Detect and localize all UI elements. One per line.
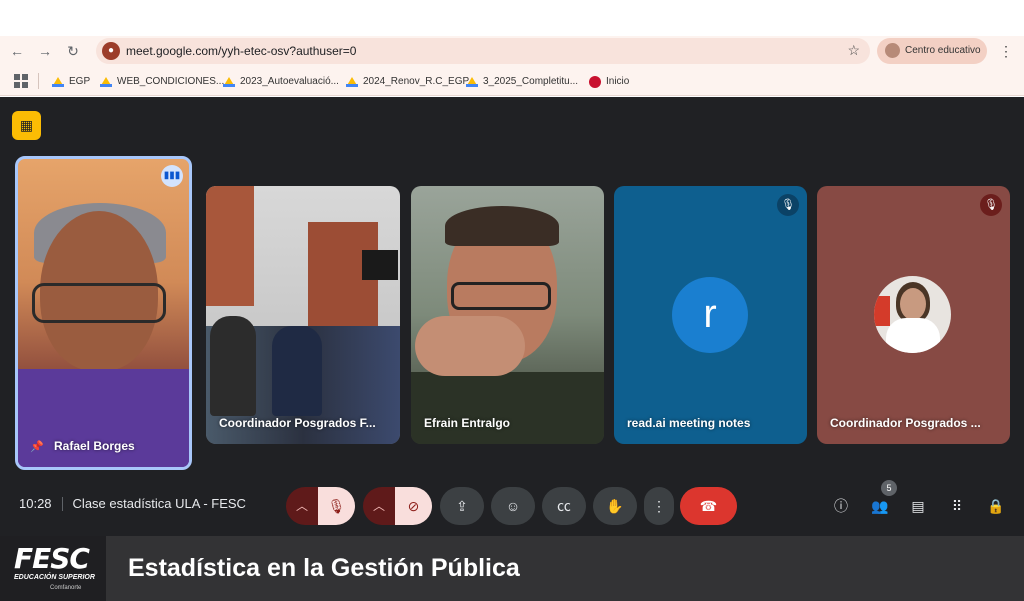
- back-icon[interactable]: ←: [8, 42, 26, 60]
- bookmark-item[interactable]: Inicio: [589, 74, 629, 89]
- forward-icon[interactable]: →: [36, 42, 54, 60]
- participant-video: [451, 282, 551, 310]
- bookmark-item[interactable]: 2023_Autoevaluació...: [223, 74, 339, 89]
- host-controls-icon[interactable]: 🔒: [985, 495, 1007, 517]
- participant-tile-efrain[interactable]: Efrain Entralgo: [411, 186, 604, 444]
- browser-menu-icon[interactable]: ⋮: [998, 42, 1014, 60]
- chat-icon[interactable]: ▤: [907, 495, 929, 517]
- info-icon[interactable]: ⓘ: [830, 495, 852, 517]
- profile-chip[interactable]: Centro educativo: [877, 38, 987, 64]
- participant-video: [445, 206, 559, 246]
- reload-icon[interactable]: ↻: [64, 42, 82, 60]
- participant-tile-coordinador-1[interactable]: Coordinador Posgrados F...: [206, 186, 400, 444]
- people-icon[interactable]: 👥: [869, 495, 891, 517]
- logo-subtitle: EDUCACIÓN SUPERIOR: [14, 574, 95, 581]
- drive-icon: [100, 76, 112, 87]
- participant-name: Coordinador Posgrados ...: [830, 416, 981, 430]
- apps-grid-icon[interactable]: [14, 74, 28, 88]
- participant-tile-coordinador-2[interactable]: 🎙 Coordinador Posgrados ...: [817, 186, 1010, 444]
- mic-off-icon: 🎙: [980, 194, 1002, 216]
- brand-banner: FESC EDUCACIÓN SUPERIOR Comfanorte Estad…: [0, 536, 1024, 601]
- bookmark-item[interactable]: 2024_Renov_R.C_EGP: [346, 74, 469, 89]
- present-screen-icon[interactable]: ⇪: [440, 487, 484, 525]
- participant-video: [32, 283, 166, 323]
- participant-count-badge: 5: [881, 480, 897, 496]
- participant-name: Coordinador Posgrados F...: [219, 416, 376, 430]
- participant-video: [415, 316, 525, 376]
- video-options-chevron-icon[interactable]: ︿: [363, 487, 395, 525]
- address-bar[interactable]: ● meet.google.com/yyh-etec-osv?authuser=…: [96, 38, 870, 64]
- mic-off-icon[interactable]: 🎙: [318, 487, 355, 525]
- audio-bars-icon: ▮▮▮: [161, 165, 183, 187]
- participant-tile-readai[interactable]: 🎙 r read.ai meeting notes: [614, 186, 807, 444]
- meet-stage: ▦ ▮▮▮ 📌 Rafael Borges Coordinador Posgra…: [0, 97, 1024, 536]
- microphone-control: ︿ 🎙: [286, 487, 355, 525]
- divider: [61, 496, 63, 511]
- participant-name: read.ai meeting notes: [627, 416, 751, 430]
- participant-video: [210, 316, 256, 416]
- avatar: [874, 276, 951, 353]
- bookmark-item[interactable]: EGP: [52, 74, 90, 89]
- camera-control: ︿ ⊘: [363, 487, 432, 525]
- browser-toolbar: ← → ↻ ● meet.google.com/yyh-etec-osv?aut…: [0, 36, 1024, 67]
- bookmark-item[interactable]: WEB_CONDICIONES...: [100, 74, 224, 89]
- bookmarks-bar: EGP WEB_CONDICIONES... 2023_Autoevaluaci…: [0, 67, 1024, 96]
- visual-effects-off-icon[interactable]: ▦: [12, 111, 41, 140]
- bookmark-star-icon[interactable]: ☆: [847, 42, 860, 59]
- more-vert-icon[interactable]: ⋮: [644, 487, 674, 525]
- meeting-time: 10:28: [19, 496, 52, 511]
- participant-video: [411, 372, 604, 444]
- emoji-icon[interactable]: ☺: [491, 487, 535, 525]
- participant-video: [272, 326, 322, 416]
- captions-icon[interactable]: ㏄: [542, 487, 586, 525]
- fesc-favicon-icon: [589, 75, 601, 88]
- apps-grid-icon[interactable]: ⠿: [946, 495, 968, 517]
- drive-icon: [223, 76, 235, 87]
- profile-name: Centro educativo: [905, 45, 981, 56]
- mic-off-icon: 🎙: [777, 194, 799, 216]
- participant-video: [362, 250, 398, 280]
- participant-video: [308, 222, 378, 342]
- logo-text: FESC: [14, 542, 90, 575]
- raise-hand-icon[interactable]: ✋: [593, 487, 637, 525]
- audio-options-chevron-icon[interactable]: ︿: [286, 487, 318, 525]
- bookmark-item[interactable]: 3_2025_Completitu...: [466, 74, 578, 89]
- pin-icon[interactable]: 📌: [30, 440, 44, 453]
- end-call-icon[interactable]: ☎: [680, 487, 737, 525]
- camera-off-icon[interactable]: ⊘: [395, 487, 432, 525]
- profile-avatar: [885, 43, 900, 58]
- drive-icon: [346, 76, 358, 87]
- course-title: Estadística en la Gestión Pública: [128, 554, 520, 582]
- mic-site-icon: ●: [102, 42, 120, 60]
- meeting-title: Clase estadística ULA - FESC: [72, 496, 246, 511]
- participant-name: Rafael Borges: [54, 439, 135, 453]
- bookmarks-divider: [38, 73, 39, 89]
- participant-name: Efrain Entralgo: [424, 416, 511, 430]
- drive-icon: [52, 76, 64, 87]
- fesc-logo: FESC EDUCACIÓN SUPERIOR Comfanorte: [0, 536, 106, 601]
- drive-icon: [466, 76, 478, 87]
- logo-partner: Comfanorte: [50, 585, 82, 591]
- participant-video: [206, 186, 254, 306]
- participant-tile-rafael[interactable]: ▮▮▮ 📌 Rafael Borges: [15, 156, 192, 470]
- meeting-info: 10:28 Clase estadística ULA - FESC: [19, 496, 246, 511]
- url-text[interactable]: meet.google.com/yyh-etec-osv?authuser=0: [126, 44, 356, 58]
- top-blank-area: [0, 0, 1024, 36]
- avatar: r: [672, 277, 748, 353]
